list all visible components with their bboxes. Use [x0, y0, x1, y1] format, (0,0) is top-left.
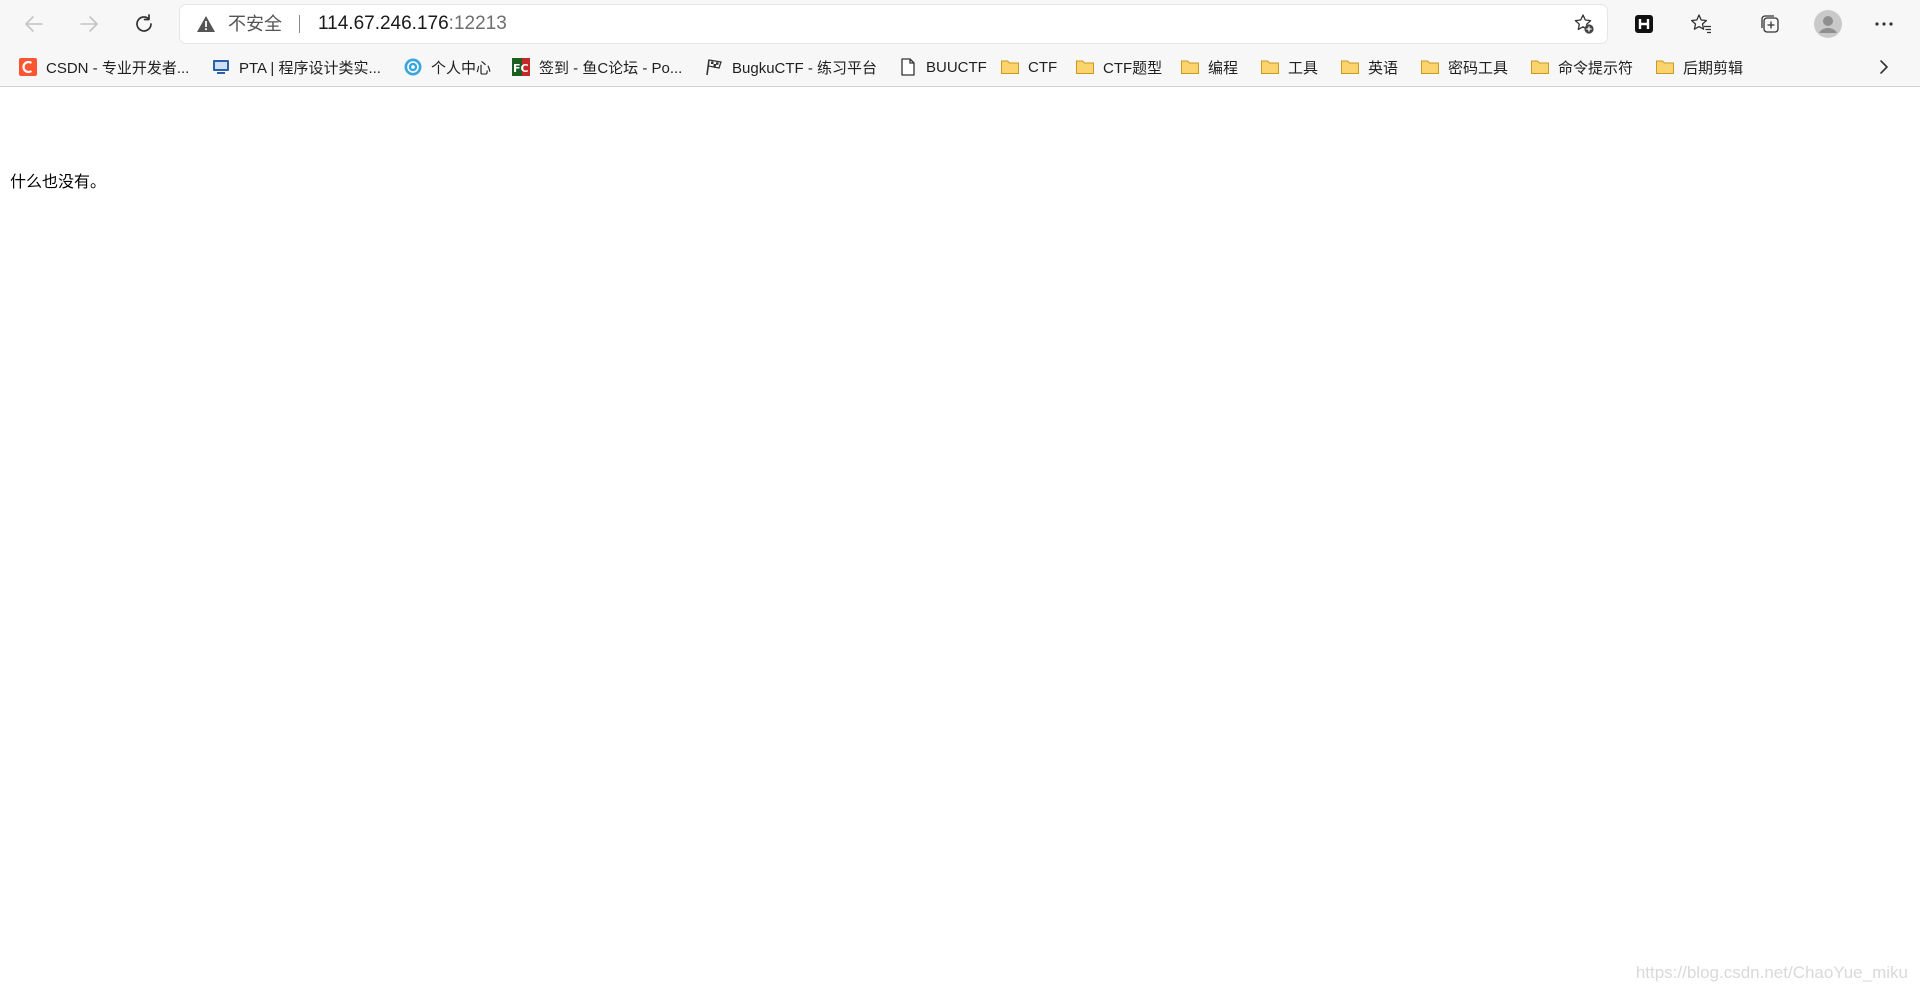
bookmark-folder-cmd[interactable]: 命令提示符	[1526, 55, 1637, 79]
csdn-icon	[18, 57, 38, 77]
forward-button[interactable]	[69, 4, 109, 44]
collections-icon	[1761, 15, 1779, 33]
bookmark-label: 命令提示符	[1558, 59, 1634, 77]
bookmark-folder-tools[interactable]: 工具	[1256, 55, 1322, 79]
back-button[interactable]	[14, 4, 54, 44]
bookmark-label: 后期剪辑	[1683, 59, 1744, 77]
address-bar[interactable]: 不安全 114.67.246.176:12213	[180, 5, 1607, 43]
favorites-button[interactable]	[1681, 4, 1721, 44]
refresh-icon	[136, 14, 152, 32]
personal-center-icon	[403, 57, 423, 77]
extension-h-button[interactable]	[1624, 4, 1664, 44]
folder-icon	[1340, 57, 1360, 77]
bookmark-label: PTA | 程序设计类实...	[239, 59, 381, 77]
more-dots-icon	[1875, 22, 1893, 26]
bookmark-personal-center[interactable]: 个人中心	[399, 55, 495, 79]
bookmark-label: CTF题型	[1103, 59, 1163, 77]
collections-button[interactable]	[1750, 4, 1790, 44]
more-menu-button[interactable]	[1864, 4, 1904, 44]
bookmark-bugkuctf[interactable]: BugkuCTF - 练习平台	[700, 55, 881, 79]
bookmark-folder-ctf-types[interactable]: CTF题型	[1071, 55, 1166, 79]
browser-toolbar: 不安全 114.67.246.176:12213	[0, 0, 1920, 47]
flag-icon	[704, 57, 724, 77]
bookmark-label: 英语	[1368, 59, 1399, 77]
bookmark-folder-editing[interactable]: 后期剪辑	[1651, 55, 1747, 79]
folder-icon	[1075, 57, 1095, 77]
pta-icon	[211, 57, 231, 77]
bookmark-fishc[interactable]: FC 签到 - 鱼C论坛 - Po...	[507, 55, 686, 79]
bookmark-label: BugkuCTF - 练习平台	[732, 59, 878, 77]
bookmark-label: 工具	[1288, 59, 1319, 77]
favorites-star-icon	[1690, 14, 1711, 34]
fishc-icon: FC	[511, 57, 531, 77]
folder-icon	[1260, 57, 1280, 77]
warning-triangle-icon[interactable]	[196, 15, 216, 33]
svg-text:FC: FC	[513, 62, 529, 75]
url-host: 114.67.246.176	[318, 13, 449, 34]
bookmark-folder-programming[interactable]: 编程	[1176, 55, 1242, 79]
folder-icon	[1000, 57, 1020, 77]
chevron-right-icon[interactable]	[1874, 57, 1894, 77]
page-content: 什么也没有。 https://blog.csdn.net/ChaoYue_mik…	[0, 88, 1920, 989]
folder-icon	[1655, 57, 1675, 77]
bookmark-label: 密码工具	[1448, 59, 1509, 77]
address-separator	[299, 15, 300, 33]
arrow-right-icon	[80, 16, 98, 32]
profile-avatar-icon	[1814, 10, 1842, 38]
star-add-icon[interactable]	[1573, 13, 1595, 35]
folder-icon	[1420, 57, 1440, 77]
folder-icon	[1530, 57, 1550, 77]
bookmark-label: 编程	[1208, 59, 1239, 77]
page-message: 什么也没有。	[10, 172, 107, 191]
bookmark-folder-ctf[interactable]: CTF	[996, 55, 1061, 79]
url-port: :12213	[448, 13, 507, 34]
folder-icon	[1180, 57, 1200, 77]
bookmark-label: CSDN - 专业开发者...	[46, 59, 190, 77]
bookmark-label: CTF	[1028, 58, 1058, 76]
arrow-left-icon	[25, 16, 43, 32]
bookmark-folder-crypto-tools[interactable]: 密码工具	[1416, 55, 1512, 79]
bookmark-buuctf[interactable]: BUUCTF	[894, 55, 991, 79]
security-status-label[interactable]: 不安全	[228, 14, 282, 34]
refresh-button[interactable]	[124, 4, 164, 44]
watermark-text: https://blog.csdn.net/ChaoYue_miku	[1635, 963, 1908, 982]
bookmark-csdn[interactable]: CSDN - 专业开发者...	[14, 55, 193, 79]
bookmark-folder-english[interactable]: 英语	[1336, 55, 1402, 79]
bookmarks-bar: CSDN - 专业开发者... PTA | 程序设计类实... 个人中心 FC …	[0, 47, 1920, 87]
page-icon	[898, 57, 918, 77]
bookmark-label: 个人中心	[431, 59, 492, 77]
bookmark-pta[interactable]: PTA | 程序设计类实...	[207, 55, 385, 79]
bookmark-label: 签到 - 鱼C论坛 - Po...	[539, 59, 683, 77]
profile-button[interactable]	[1808, 4, 1848, 44]
bookmark-label: BUUCTF	[926, 58, 987, 76]
extension-h-icon	[1635, 15, 1653, 33]
url-text[interactable]: 114.67.246.176:12213	[318, 14, 507, 34]
